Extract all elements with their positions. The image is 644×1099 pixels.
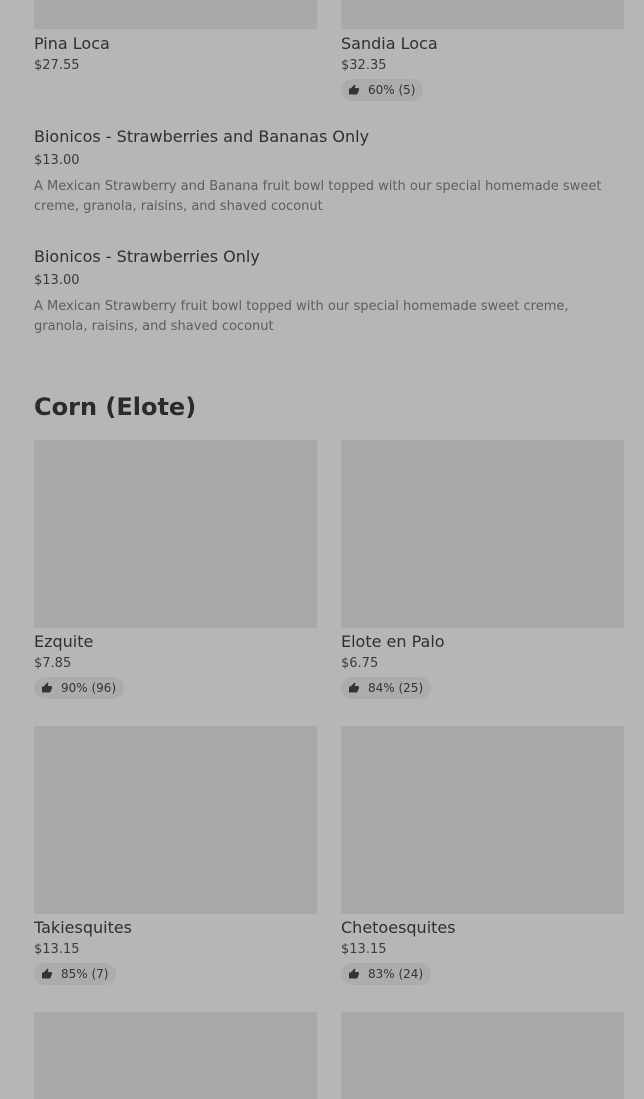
item-description: A Mexican Strawberry and Banana fruit bo… [34, 179, 602, 214]
item-price: $13.15 [341, 942, 387, 957]
thumbs-up-icon [349, 84, 359, 95]
item-image[interactable] [34, 0, 317, 29]
menu-list-item[interactable]: Bionicos - Strawberries and Bananas Only… [34, 127, 624, 217]
thumbs-up-icon [42, 682, 52, 693]
item-price: $13.15 [34, 942, 80, 957]
rating-badge: 90% (96) [34, 677, 125, 699]
menu-item-card[interactable] [34, 1012, 317, 1099]
item-name: Ezquite [34, 632, 94, 651]
item-price: $6.75 [341, 656, 379, 671]
item-price: $13.00 [34, 273, 80, 288]
menu-page: Pina Loca $27.55 Sandia Loca $32.35 60% … [0, 0, 644, 1099]
item-image[interactable] [34, 1012, 317, 1099]
item-image[interactable] [34, 440, 317, 628]
menu-item-card[interactable] [341, 1012, 624, 1099]
item-name: Elote en Palo [341, 632, 445, 651]
rating-badge: 60% (5) [341, 79, 424, 101]
item-image[interactable] [341, 726, 624, 914]
section-title: Corn (Elote) [34, 393, 197, 421]
menu-list-item[interactable]: Bionicos - Strawberries Only $13.00 A Me… [34, 247, 624, 337]
menu-item-card[interactable]: Chetoesquites $13.15 83% (24) [341, 726, 624, 985]
rating-text: 83% (24) [368, 967, 424, 981]
item-name: Bionicos - Strawberries and Bananas Only [34, 127, 370, 146]
item-name: Takiesquites [34, 918, 133, 937]
rating-text: 85% (7) [61, 967, 109, 981]
rating-badge: 83% (24) [341, 963, 432, 985]
item-name: Chetoesquites [341, 918, 456, 937]
rating-badge: 84% (25) [341, 677, 432, 699]
item-name: Pina Loca [34, 34, 110, 53]
item-name: Sandia Loca [341, 34, 438, 53]
rating-text: 90% (96) [61, 681, 117, 695]
item-image[interactable] [341, 0, 624, 29]
item-price: $13.00 [34, 153, 80, 168]
item-image[interactable] [34, 726, 317, 914]
rating-text: 60% (5) [368, 83, 416, 97]
menu-item-card[interactable]: Sandia Loca $32.35 60% (5) [341, 0, 624, 101]
thumbs-up-icon [349, 968, 359, 979]
item-price: $7.85 [34, 656, 72, 671]
rating-text: 84% (25) [368, 681, 424, 695]
rating-badge: 85% (7) [34, 963, 117, 985]
item-name: Bionicos - Strawberries Only [34, 247, 260, 266]
thumbs-up-icon [42, 968, 52, 979]
item-price: $32.35 [341, 58, 387, 73]
item-description: A Mexican Strawberry fruit bowl topped w… [34, 299, 569, 334]
item-image[interactable] [341, 440, 624, 628]
item-image[interactable] [341, 1012, 624, 1099]
item-price: $27.55 [34, 58, 80, 73]
thumbs-up-icon [349, 682, 359, 693]
menu-item-card[interactable]: Pina Loca $27.55 [34, 0, 317, 74]
menu-item-card[interactable]: Elote en Palo $6.75 84% (25) [341, 440, 624, 699]
menu-item-card[interactable]: Takiesquites $13.15 85% (7) [34, 726, 317, 985]
menu-item-card[interactable]: Ezquite $7.85 90% (96) [34, 440, 317, 699]
